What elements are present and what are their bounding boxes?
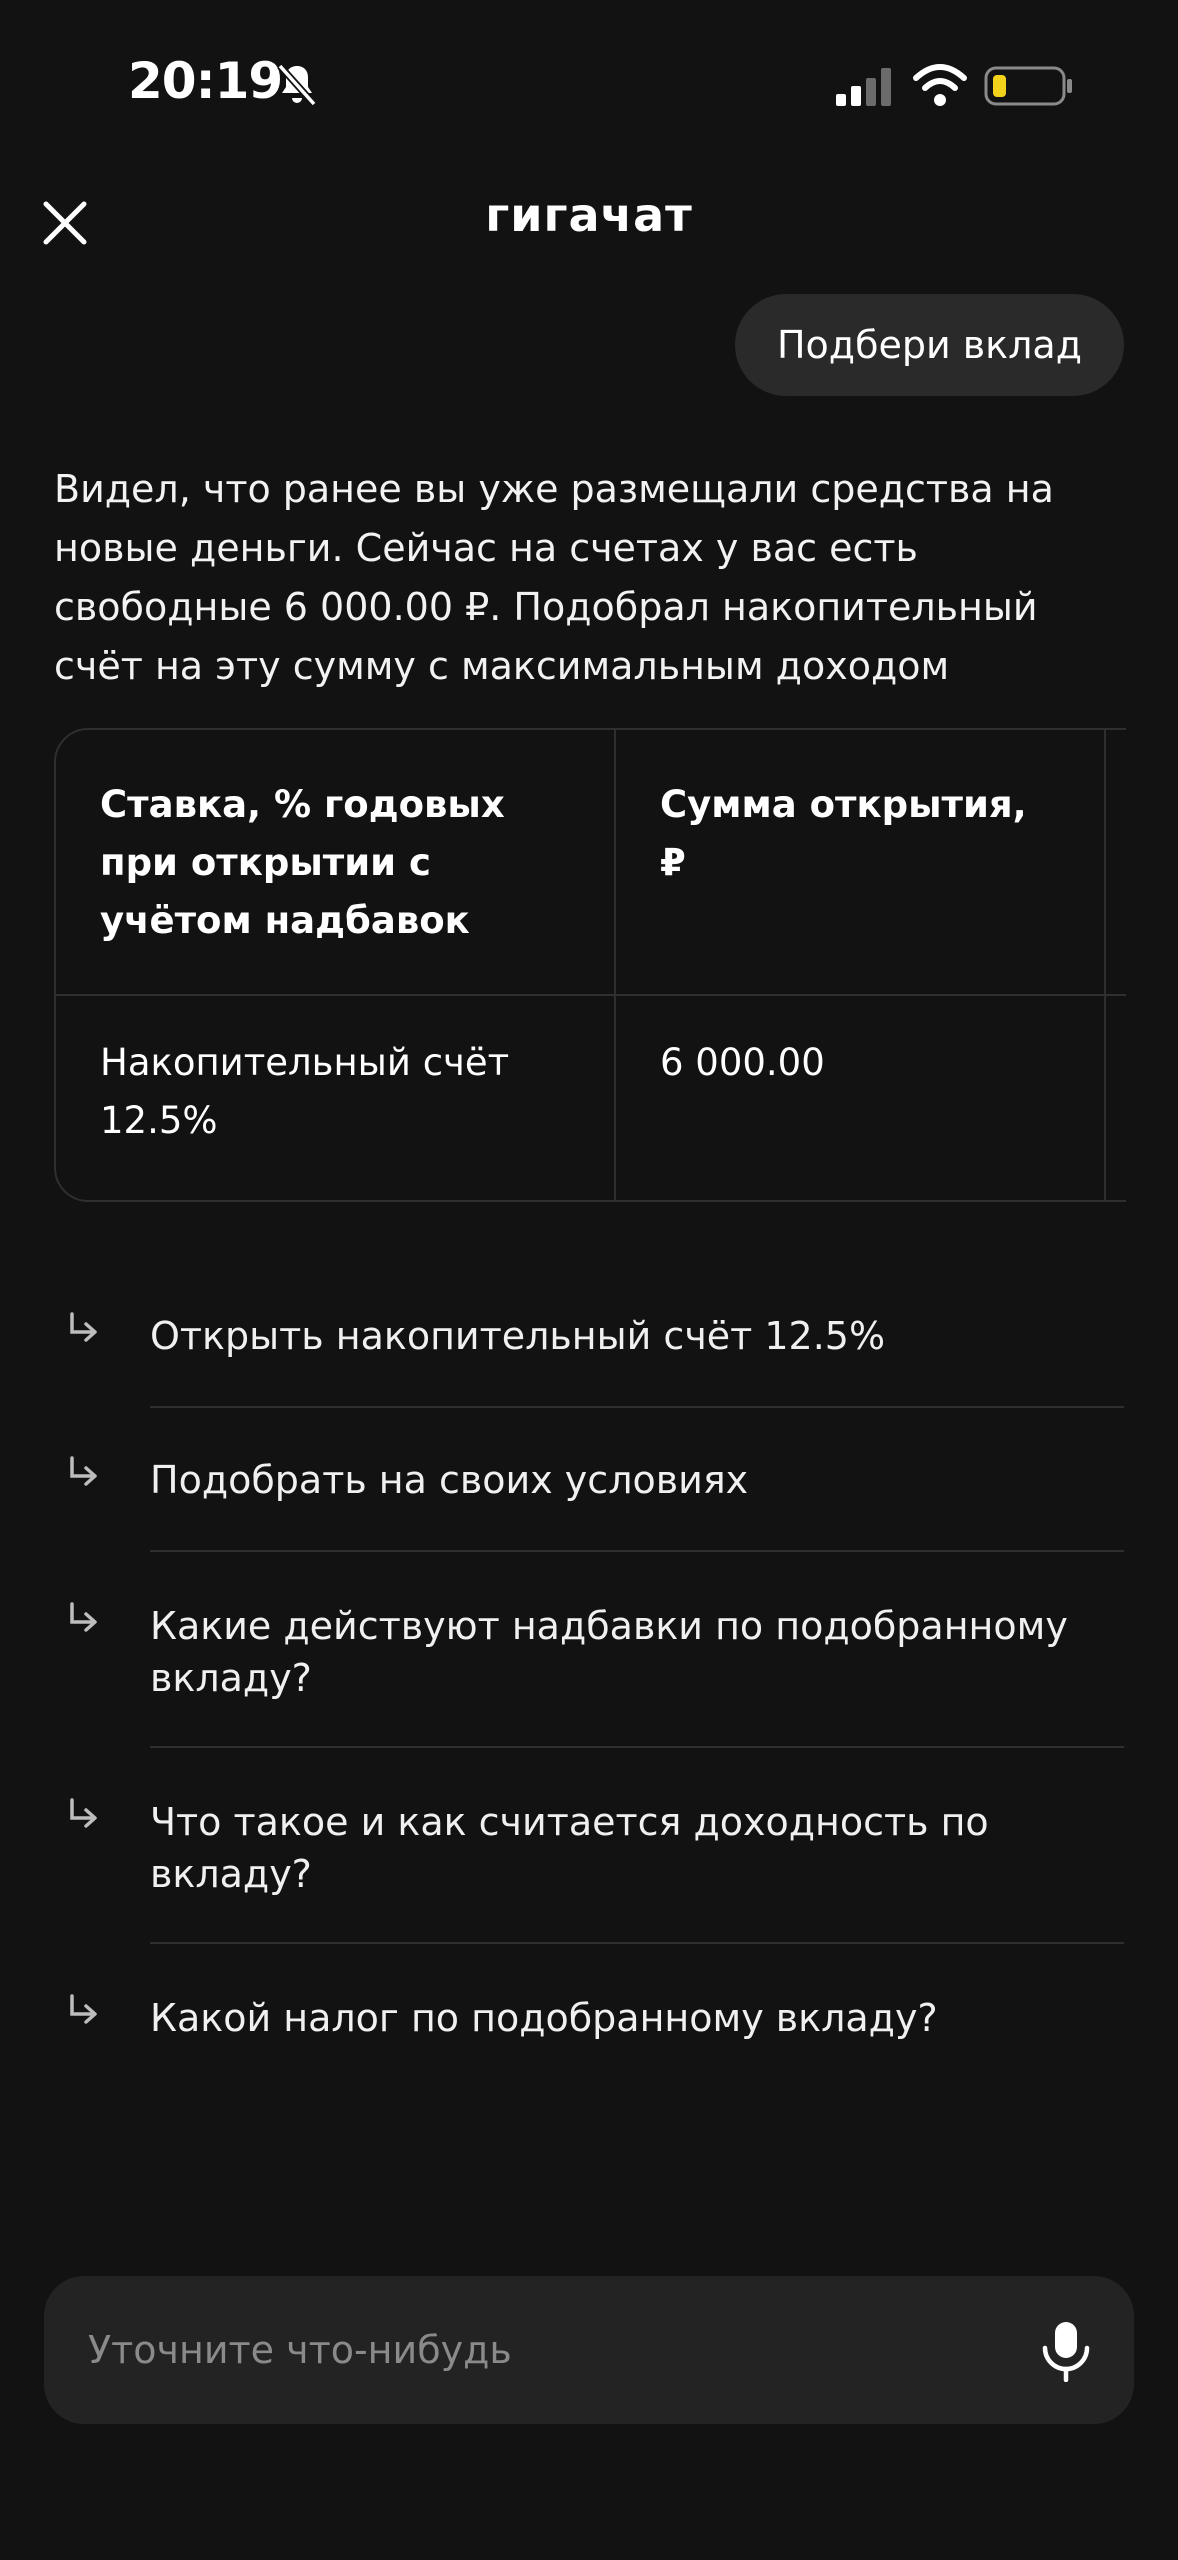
suggestion-label: Открыть накопительный счёт 12.5%: [150, 1314, 886, 1358]
suggestion-label: Подобрать на своих условиях: [150, 1458, 749, 1502]
status-bar: 20:19: [0, 0, 1178, 170]
chat-header: гигачат: [0, 170, 1178, 270]
status-time: 20:19: [128, 52, 283, 110]
suggestion-label: Что такое и как считается доходность по …: [150, 1800, 989, 1896]
table-header-row: Ставка, % годовых при открытии с учётом …: [56, 730, 1126, 996]
table-cell: 6 000.00: [616, 996, 1106, 1200]
divider: [150, 1406, 1124, 1408]
suggestion-label: Какие действуют надбавки по подобранному…: [150, 1604, 1068, 1700]
reply-arrow-icon: [70, 1994, 97, 2024]
table-cell: Накопительный счёт 12.5%: [56, 996, 616, 1200]
battery-icon: [984, 66, 1072, 106]
divider: [150, 1550, 1124, 1552]
user-message-bubble: Подбери вклад: [734, 294, 1124, 396]
message-composer: [44, 2276, 1134, 2424]
reply-arrow-icon: [70, 1312, 97, 1342]
app-title: гигачат: [485, 188, 693, 242]
deposit-table[interactable]: Ставка, % годовых при открытии с учётом …: [54, 728, 1126, 1202]
suggestion-label: Какой налог по подобранному вкладу?: [150, 1996, 938, 2040]
table-header-cell: Ставка, % годовых при открытии с учётом …: [56, 730, 616, 994]
cellular-signal-icon: [836, 68, 891, 106]
reply-arrow-icon: [70, 1798, 97, 1828]
table-row: Накопительный счёт 12.5% 6 000.00: [56, 996, 1126, 1200]
table-header-cell: Сумма открытия, ₽: [616, 730, 1106, 994]
table-cell: [1106, 996, 1126, 1200]
wifi-icon: [913, 64, 967, 106]
message-input[interactable]: [88, 2276, 988, 2424]
muted-bell-icon: [277, 63, 317, 107]
table-header-cell: [1106, 730, 1126, 994]
reply-arrow-icon: [70, 1456, 97, 1486]
assistant-message: Видел, что ранее вы уже размещали средст…: [54, 467, 1054, 688]
reply-arrow-icon: [70, 1602, 97, 1632]
microphone-icon[interactable]: [1036, 2320, 1096, 2382]
divider: [150, 1746, 1124, 1748]
divider: [150, 1942, 1124, 1944]
